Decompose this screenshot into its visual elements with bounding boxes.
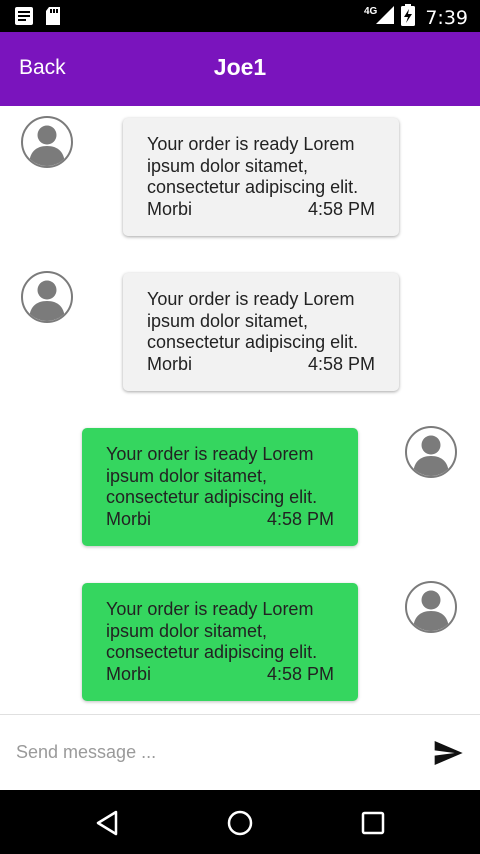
message-meta: Morbi 4:58 PM	[106, 509, 334, 531]
notification-icon	[14, 6, 34, 31]
message-timestamp: 4:58 PM	[307, 353, 375, 374]
message-text: Your order is ready Lorem ipsum dolor si…	[147, 134, 359, 197]
status-left-icons	[14, 6, 62, 31]
message-text: Your order is ready Lorem ipsum dolor si…	[106, 444, 318, 507]
sd-card-icon	[44, 6, 62, 31]
message-meta-spacer: Morbi	[106, 508, 152, 529]
message-meta-spacer: Morbi	[147, 353, 193, 374]
status-bar: 4G 7:39	[0, 0, 480, 32]
back-triangle-icon[interactable]	[92, 808, 122, 838]
message-bubble-incoming[interactable]: Your order is ready Lorem ipsum dolor si…	[123, 118, 399, 236]
message-list[interactable]: Your order is ready Lorem ipsum dolor si…	[0, 106, 480, 714]
contact-avatar[interactable]	[21, 271, 73, 323]
message-meta: Morbi 4:58 PM	[106, 664, 334, 686]
contact-avatar[interactable]	[21, 116, 73, 168]
message-bubble-outgoing[interactable]: Your order is ready Lorem ipsum dolor si…	[82, 583, 358, 701]
send-icon[interactable]	[432, 737, 464, 769]
message-text: Your order is ready Lorem ipsum dolor si…	[106, 599, 318, 662]
battery-charging-icon	[401, 4, 416, 31]
message-meta: Morbi 4:58 PM	[147, 354, 375, 376]
message-meta-spacer: Morbi	[106, 663, 152, 684]
message-bubble-incoming[interactable]: Your order is ready Lorem ipsum dolor si…	[123, 273, 399, 391]
clock: 7:39	[425, 6, 468, 29]
message-composer	[0, 714, 480, 790]
person-icon	[29, 280, 65, 321]
system-nav-bar	[0, 790, 480, 854]
message-timestamp: 4:58 PM	[307, 198, 375, 219]
home-circle-icon[interactable]	[225, 808, 255, 838]
message-meta: Morbi 4:58 PM	[147, 199, 375, 221]
message-timestamp: 4:58 PM	[266, 508, 334, 529]
status-right-icons: 4G 7:39	[364, 4, 468, 31]
message-input[interactable]	[16, 735, 406, 769]
person-icon	[413, 435, 449, 476]
user-avatar[interactable]	[405, 581, 457, 633]
message-text: Your order is ready Lorem ipsum dolor si…	[147, 289, 359, 352]
person-icon	[413, 590, 449, 631]
message-timestamp: 4:58 PM	[266, 663, 334, 684]
network-type-label: 4G	[363, 6, 378, 17]
person-icon	[29, 125, 65, 166]
app-bar: Back Joe1	[0, 32, 480, 106]
chat-title: Joe1	[213, 54, 267, 80]
user-avatar[interactable]	[405, 426, 457, 478]
message-meta-spacer: Morbi	[147, 198, 193, 219]
recents-square-icon[interactable]	[358, 808, 388, 838]
signal-icon	[375, 5, 395, 30]
message-bubble-outgoing[interactable]: Your order is ready Lorem ipsum dolor si…	[82, 428, 358, 546]
